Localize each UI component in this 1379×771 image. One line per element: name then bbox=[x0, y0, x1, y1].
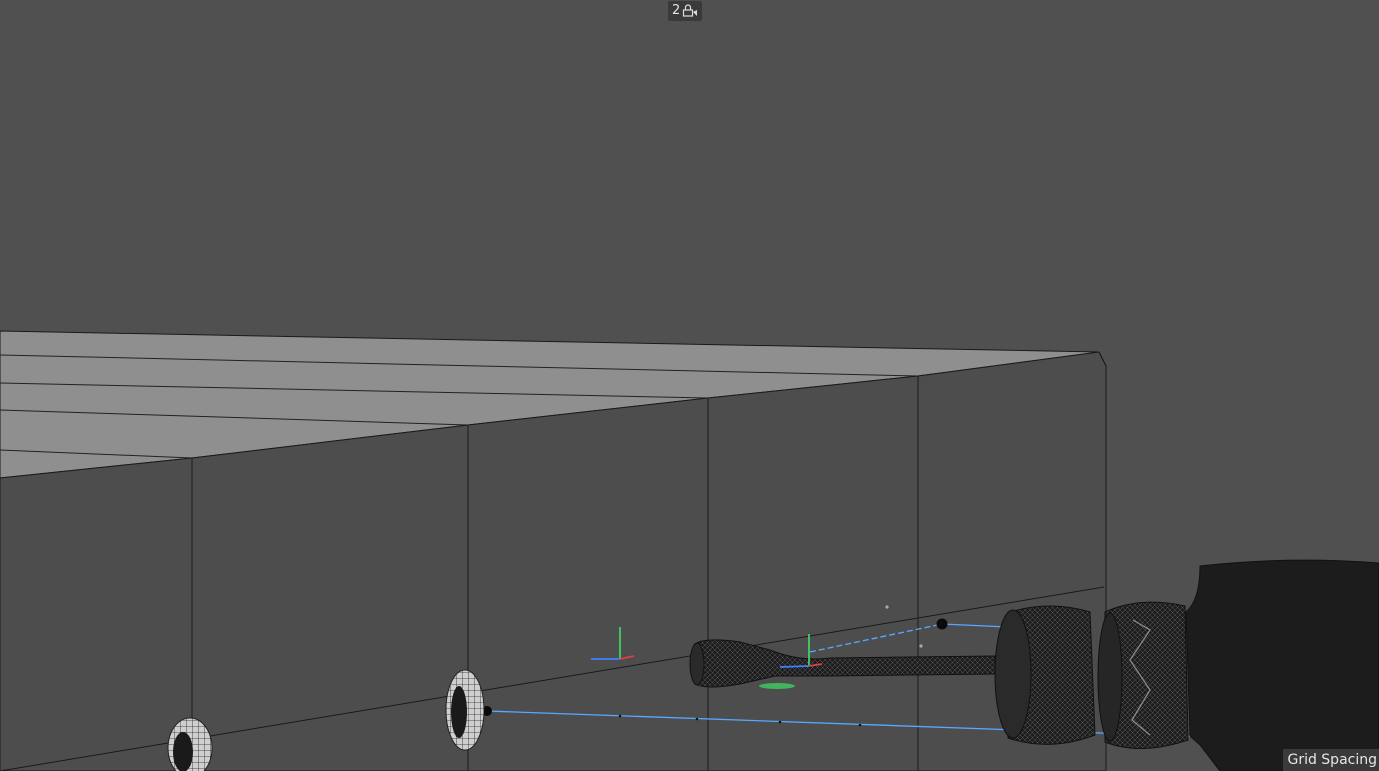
vertex-dot bbox=[919, 644, 923, 648]
camera-lock-icon bbox=[682, 4, 698, 18]
guide-point-right[interactable] bbox=[936, 618, 948, 630]
drill-housing[interactable] bbox=[1185, 559, 1379, 771]
green-marker bbox=[759, 683, 795, 689]
grid-spacing-label: Grid Spacing bbox=[1283, 749, 1379, 771]
drill-chuck-collar[interactable] bbox=[994, 605, 1096, 745]
ring-small-middle[interactable] bbox=[445, 669, 485, 751]
ring-small-left[interactable] bbox=[167, 717, 213, 771]
drill-chuck-body[interactable] bbox=[1097, 601, 1189, 749]
camera-number: 2 bbox=[672, 3, 681, 18]
camera-indicator[interactable]: 2 bbox=[668, 1, 703, 21]
3d-viewport[interactable]: 2 Grid Spacing bbox=[0, 0, 1379, 771]
scene-canvas[interactable] bbox=[0, 0, 1379, 771]
vertex-dot bbox=[885, 605, 889, 609]
